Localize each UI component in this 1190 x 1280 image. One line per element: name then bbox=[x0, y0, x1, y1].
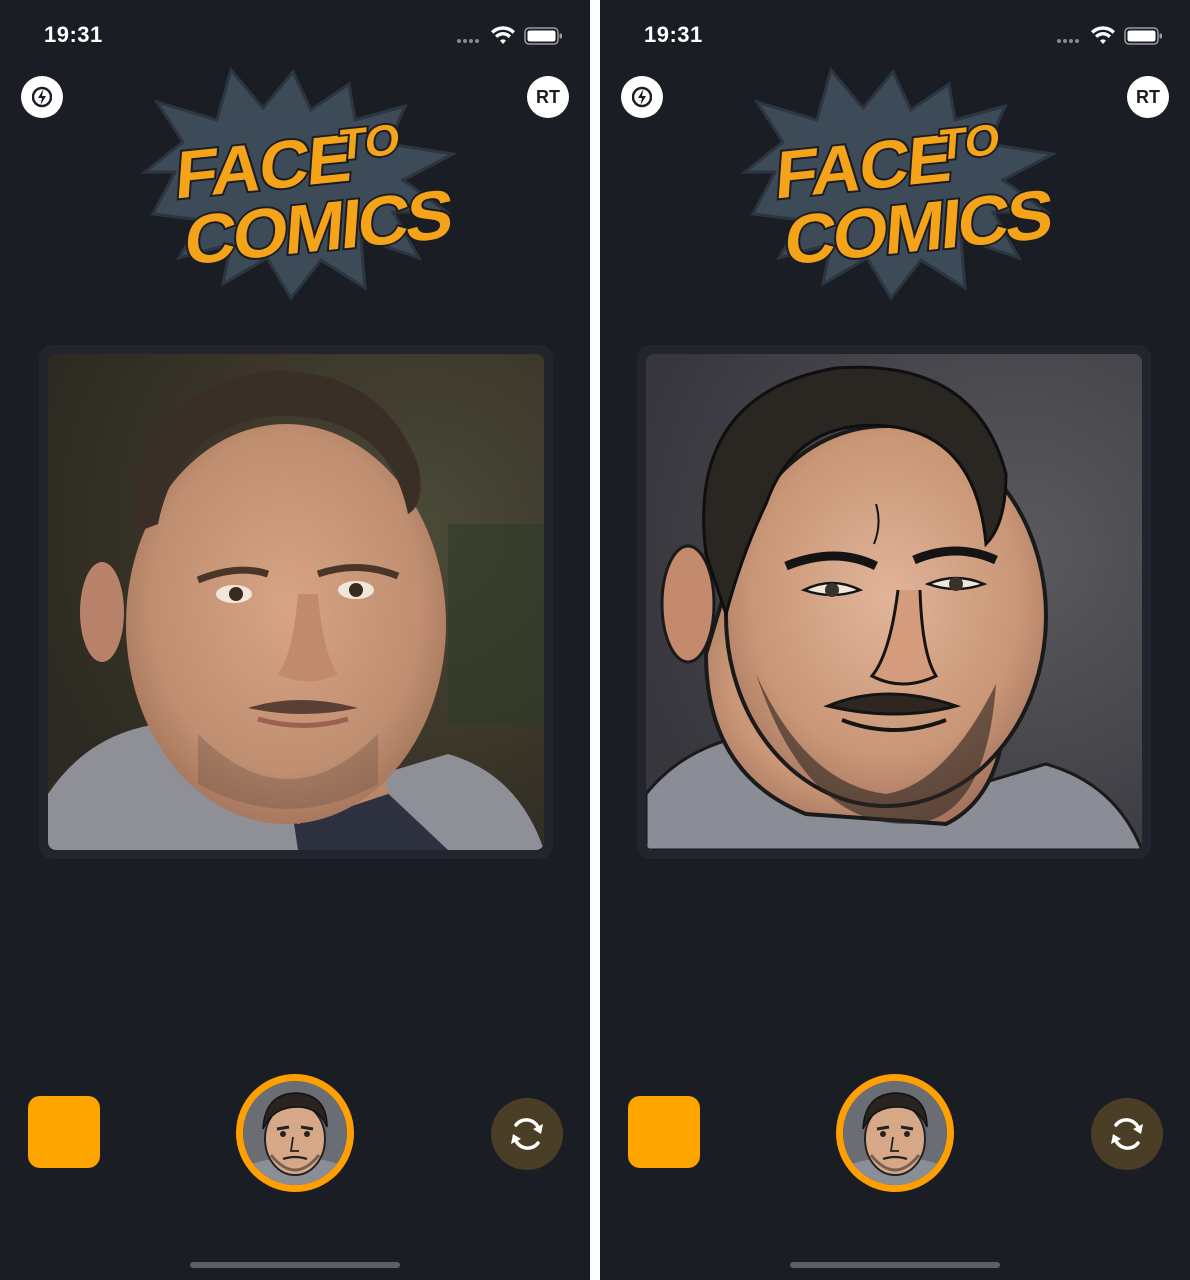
home-indicator bbox=[790, 1262, 1000, 1268]
status-time: 19:31 bbox=[644, 22, 703, 47]
refresh-icon bbox=[511, 1118, 543, 1150]
flash-button[interactable] bbox=[621, 76, 663, 118]
battery-icon bbox=[1124, 27, 1162, 45]
lightning-icon bbox=[32, 86, 52, 108]
color-swatch-button[interactable] bbox=[628, 1096, 700, 1168]
photo-frame bbox=[40, 346, 552, 858]
face-to-comics-logo: FACE TO COMICS bbox=[140, 66, 458, 301]
battery-icon bbox=[524, 27, 562, 45]
refresh-icon bbox=[1111, 1118, 1143, 1150]
wifi-icon bbox=[491, 26, 515, 44]
color-swatch-button[interactable] bbox=[28, 1096, 100, 1168]
home-indicator bbox=[190, 1262, 400, 1268]
phone-screen-original: 19:31 RT FACE TO COMICS bbox=[0, 0, 590, 1280]
lightning-icon bbox=[632, 86, 652, 108]
comic-style-button[interactable] bbox=[836, 1074, 954, 1192]
flash-button[interactable] bbox=[21, 76, 63, 118]
svg-text:TO: TO bbox=[337, 115, 402, 170]
comic-avatar-icon bbox=[243, 1081, 347, 1185]
original-photo[interactable] bbox=[48, 354, 544, 850]
phone-screen-comic: 19:31 RT FACE TO COMICS bbox=[600, 0, 1190, 1280]
status-icons bbox=[1056, 24, 1166, 48]
signal-icon bbox=[457, 39, 479, 43]
status-time: 19:31 bbox=[44, 22, 103, 47]
screenshot-stage: 19:31 RT FACE TO COMICS 19:31 RT FACE TO… bbox=[0, 0, 1190, 1280]
face-to-comics-logo: FACE TO COMICS bbox=[740, 66, 1058, 301]
rt-button[interactable]: RT bbox=[527, 76, 569, 118]
rt-label: RT bbox=[1136, 86, 1160, 107]
rt-label: RT bbox=[536, 86, 560, 107]
comic-style-button[interactable] bbox=[236, 1074, 354, 1192]
wifi-icon bbox=[1091, 26, 1115, 44]
status-icons bbox=[456, 24, 566, 48]
comic-avatar-icon bbox=[843, 1081, 947, 1185]
comic-photo[interactable] bbox=[646, 354, 1142, 850]
signal-icon bbox=[1057, 39, 1079, 43]
refresh-button[interactable] bbox=[1091, 1098, 1163, 1170]
photo-frame bbox=[638, 346, 1150, 858]
rt-button[interactable]: RT bbox=[1127, 76, 1169, 118]
svg-text:TO: TO bbox=[937, 115, 1002, 170]
refresh-button[interactable] bbox=[491, 1098, 563, 1170]
